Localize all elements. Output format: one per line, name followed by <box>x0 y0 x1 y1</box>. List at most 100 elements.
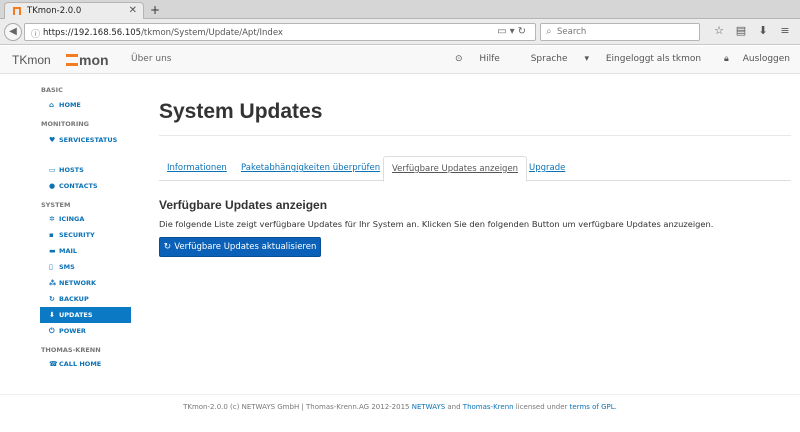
bookmark-star-icon[interactable]: ☆ <box>708 24 730 37</box>
footer: TKmon-2.0.0 (c) NETWAYS GmbH | Thomas-Kr… <box>0 403 800 411</box>
language-label: Sprache <box>530 54 568 64</box>
search-input[interactable] <box>557 25 695 39</box>
menu-icon[interactable]: ≡ <box>774 24 796 37</box>
sidebar-item-sms[interactable]: ▯ SMS <box>40 259 131 275</box>
logout-label: Ausloggen <box>742 54 790 64</box>
sidebar-item-mail[interactable]: ▬ MAIL <box>40 243 131 259</box>
tab-paketabhaengigkeiten[interactable]: Paketabhängigkeiten überprüfen <box>233 156 388 181</box>
download-icon[interactable]: ⬇ <box>752 24 774 37</box>
sidebar-item-label: SECURITY <box>59 231 95 239</box>
tkmon-logo[interactable]: mon <box>66 52 109 68</box>
brand-link[interactable]: TKmon <box>12 53 51 67</box>
sidebar-item-hosts[interactable]: ▭ HOSTS <box>40 162 131 178</box>
tab-informationen[interactable]: Informationen <box>159 156 235 181</box>
download-icon: ⬇ <box>49 311 55 319</box>
sidebar-item-label: HOSTS <box>59 166 84 174</box>
sidebar-heading-basic: BASIC <box>41 86 63 94</box>
footer-licensed: licensed under <box>513 403 570 411</box>
search-bar[interactable]: ⌕ <box>540 23 700 41</box>
footer-and: and <box>445 403 463 411</box>
toolbar-icons: ☆ ▤ ⬇ ≡ <box>708 24 796 37</box>
sidebar-heading-thomas-krenn: THOMAS-KRENN <box>41 346 101 354</box>
sidebar-item-power[interactable]: ⏻ POWER <box>40 323 131 339</box>
thomas-krenn-link[interactable]: Thomas-Krenn <box>463 403 514 411</box>
tab-bar: Informationen Paketabhängigkeiten überpr… <box>159 156 791 182</box>
heart-icon: ♥ <box>49 136 56 144</box>
power-icon: ⏻ <box>49 327 55 335</box>
tab-verfuegbare-updates[interactable]: Verfügbare Updates anzeigen <box>383 156 528 182</box>
library-icon[interactable]: ▤ <box>730 24 752 37</box>
logo-text: mon <box>79 52 109 68</box>
lock-icon: 🔒︎ <box>723 54 729 64</box>
app-header: TKmon mon Über uns ⊙ Hilfe Sprache ▾ Ein… <box>0 46 800 74</box>
sidebar-item-icinga[interactable]: ✲ ICINGA <box>40 211 131 227</box>
sidebar-item-home[interactable]: ⌂ HOME <box>40 97 131 113</box>
header-right: ⊙ Hilfe Sprache ▾ Eingeloggt als tkmon 🔒… <box>427 54 790 64</box>
dropdown-icon[interactable]: ▾ <box>510 26 518 37</box>
help-link[interactable]: ⊙ Hilfe <box>441 54 500 64</box>
inbox-icon: ▬ <box>49 247 56 255</box>
sidebar-item-label: SMS <box>59 263 75 271</box>
sidebar-heading-monitoring: MONITORING <box>41 120 90 128</box>
back-icon[interactable]: ◀ <box>4 23 22 41</box>
favicon-icon <box>13 7 21 15</box>
close-tab-icon[interactable]: ✕ <box>129 5 137 16</box>
browser-tab-bar: TKmon-2.0.0 ✕ + <box>0 0 800 19</box>
reload-icon[interactable]: ↻ <box>518 26 529 37</box>
sidebar-item-label: SERVICESTATUS <box>59 136 118 144</box>
logged-in-text: Eingeloggt als tkmon <box>605 54 702 64</box>
footer-divider <box>0 394 800 395</box>
gpl-terms-link[interactable]: terms of GPL <box>570 403 615 411</box>
new-tab-icon[interactable]: + <box>148 3 162 17</box>
refresh-icon: ↻ <box>163 242 172 252</box>
sidebar-item-label: CONTACTS <box>59 182 98 190</box>
footer-text: TKmon-2.0.0 (c) NETWAYS GmbH | Thomas-Kr… <box>183 403 412 411</box>
refresh-button-label: Verfügbare Updates aktualisieren <box>174 242 317 252</box>
address-bar-icons[interactable]: ▭▾↻ <box>497 26 529 37</box>
site-info-icon[interactable]: ⓘ <box>31 27 40 40</box>
logo-mark-icon <box>66 54 78 66</box>
tab-upgrade[interactable]: Upgrade <box>521 156 573 181</box>
url-path: /tkmon/System/Update/Apt/Index <box>141 27 283 38</box>
sidebar-item-backup[interactable]: ↻ BACKUP <box>40 291 131 307</box>
sidebar-item-servicestatus[interactable]: ♥ SERVICESTATUS <box>40 132 131 148</box>
home-icon: ⌂ <box>49 101 55 109</box>
monitor-icon: ▭ <box>49 166 56 174</box>
logout-link[interactable]: 🔒︎ Ausloggen <box>710 54 790 64</box>
phone-icon: ☎ <box>49 360 58 368</box>
lock-icon: ▪ <box>49 231 54 239</box>
sidebar-item-updates[interactable]: ⬇ UPDATES <box>40 307 131 323</box>
address-bar[interactable]: ⓘ https://192.168.56.105/tkmon/System/Up… <box>24 23 536 41</box>
caret-down-icon: ▾ <box>584 54 589 64</box>
sidebar-heading-system: SYSTEM <box>41 201 71 209</box>
user-icon: ● <box>49 182 56 190</box>
sidebar-item-label: BACKUP <box>59 295 89 303</box>
phone-icon: ▯ <box>49 263 53 271</box>
refresh-updates-button[interactable]: ↻ Verfügbare Updates aktualisieren <box>159 237 321 257</box>
netways-link[interactable]: NETWAYS <box>412 403 445 411</box>
sidebar-item-label: ICINGA <box>59 215 85 223</box>
sidebar-item-label: POWER <box>59 327 86 335</box>
url-text: https://192.168.56.105/tkmon/System/Upda… <box>43 28 283 38</box>
sidebar-item-label: NETWORK <box>59 279 97 287</box>
language-dropdown[interactable]: Sprache ▾ <box>517 54 589 64</box>
sidebar-item-security[interactable]: ▪ SECURITY <box>40 227 131 243</box>
help-icon: ⊙ <box>454 54 463 64</box>
about-link[interactable]: Über uns <box>131 54 172 64</box>
reader-view-icon[interactable]: ▭ <box>497 26 509 37</box>
sidebar-item-label: HOME <box>59 101 81 109</box>
browser-tab[interactable]: TKmon-2.0.0 ✕ <box>4 2 144 19</box>
title-divider <box>159 135 791 136</box>
url-host: https://192.168.56.105 <box>43 27 142 38</box>
sidebar-item-call-home[interactable]: ☎CALL HOME <box>40 356 131 372</box>
sidebar-item-contacts[interactable]: ● CONTACTS <box>40 178 131 194</box>
page-title: System Updates <box>159 100 323 123</box>
sidebar-item-label: MAIL <box>59 247 78 255</box>
section-description: Die folgende Liste zeigt verfügbare Upda… <box>159 219 714 229</box>
sidebar-item-network[interactable]: ⁂ NETWORK <box>40 275 131 291</box>
sidebar-item-label: UPDATES <box>59 311 93 319</box>
section-title: Verfügbare Updates anzeigen <box>159 198 328 212</box>
sidebar-item-label: CALL HOME <box>59 360 102 368</box>
browser-nav-bar: ◀ ⓘ https://192.168.56.105/tkmon/System/… <box>0 19 800 45</box>
